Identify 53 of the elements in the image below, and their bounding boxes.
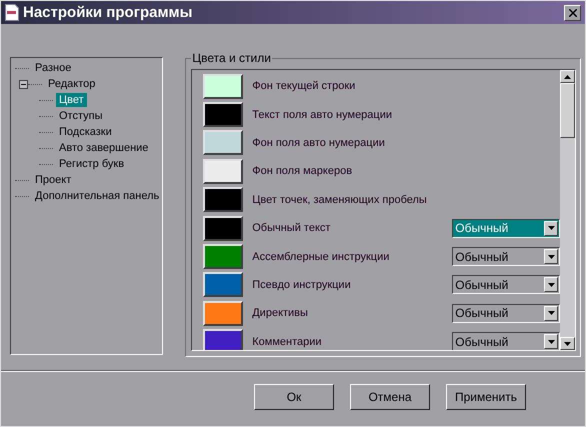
document-icon	[5, 4, 19, 21]
scroll-down-icon	[564, 342, 572, 346]
color-label: Цвет точек, заменяющих пробелы	[252, 194, 428, 206]
color-swatch[interactable]	[203, 216, 244, 241]
group-title: Цвета и стили	[191, 51, 272, 65]
color-label: Ассемблерные инструкции	[252, 250, 390, 263]
window-title: Настройки программы	[23, 4, 194, 21]
color-swatch[interactable]	[203, 329, 244, 350]
caret-icon	[548, 226, 555, 230]
color-label: Обычный текст	[252, 222, 332, 234]
color-swatch[interactable]	[203, 272, 244, 298]
color-label: Директивы	[252, 307, 309, 320]
color-swatch[interactable]	[203, 187, 244, 212]
color-label: Фон текущей строки	[252, 80, 356, 92]
tree-item[interactable]: Подсказки	[56, 125, 115, 139]
scrollbar[interactable]	[560, 70, 576, 350]
color-swatch[interactable]	[203, 102, 244, 128]
color-label: Фон поля маркеров	[252, 165, 354, 178]
color-label: Комментарии	[252, 336, 323, 348]
color-swatch[interactable]	[203, 130, 244, 156]
color-swatch[interactable]	[203, 300, 244, 326]
caret-icon	[548, 340, 555, 344]
tree-item[interactable]: Цвет	[56, 93, 87, 107]
minus-icon	[21, 82, 26, 86]
color-label: Текст поля авто нумерации	[252, 108, 394, 121]
color-label: Псевдо инструкции	[252, 278, 352, 291]
dialog-button[interactable]: Ок	[254, 384, 334, 410]
tree-item[interactable]: Отступы	[56, 109, 106, 123]
close-icon	[568, 8, 576, 16]
color-swatch[interactable]	[203, 244, 244, 270]
tree-item[interactable]: Дополнительная панель	[32, 189, 162, 203]
scroll-thumb[interactable]	[560, 83, 576, 138]
style-dropdown[interactable]: Обычный	[452, 247, 560, 266]
color-swatch[interactable]	[203, 74, 244, 99]
color-swatch[interactable]	[203, 158, 244, 184]
tree-item[interactable]: Редактор	[45, 77, 98, 91]
tree-item[interactable]: Авто завершение	[56, 141, 152, 155]
style-dropdown[interactable]: Обычный	[452, 275, 560, 294]
style-dropdown[interactable]: Обычный	[452, 332, 560, 350]
dialog-button[interactable]: Отмена	[350, 384, 430, 410]
style-dropdown[interactable]: Обычный	[452, 304, 560, 323]
style-dropdown[interactable]: Обычный	[452, 218, 560, 238]
scroll-up-icon	[564, 74, 572, 78]
collapse-toggle[interactable]	[19, 80, 28, 88]
caret-icon	[548, 311, 555, 316]
color-label: Фон поля авто нумерации	[252, 136, 386, 149]
dialog-button[interactable]: Применить	[446, 384, 526, 410]
tree-item[interactable]: Разное	[32, 61, 74, 75]
caret-icon	[548, 282, 555, 287]
tree-item[interactable]: Регистр букв	[56, 157, 128, 171]
tree-item[interactable]: Проект	[32, 173, 74, 187]
close-button[interactable]	[564, 4, 581, 20]
caret-icon	[548, 254, 555, 259]
